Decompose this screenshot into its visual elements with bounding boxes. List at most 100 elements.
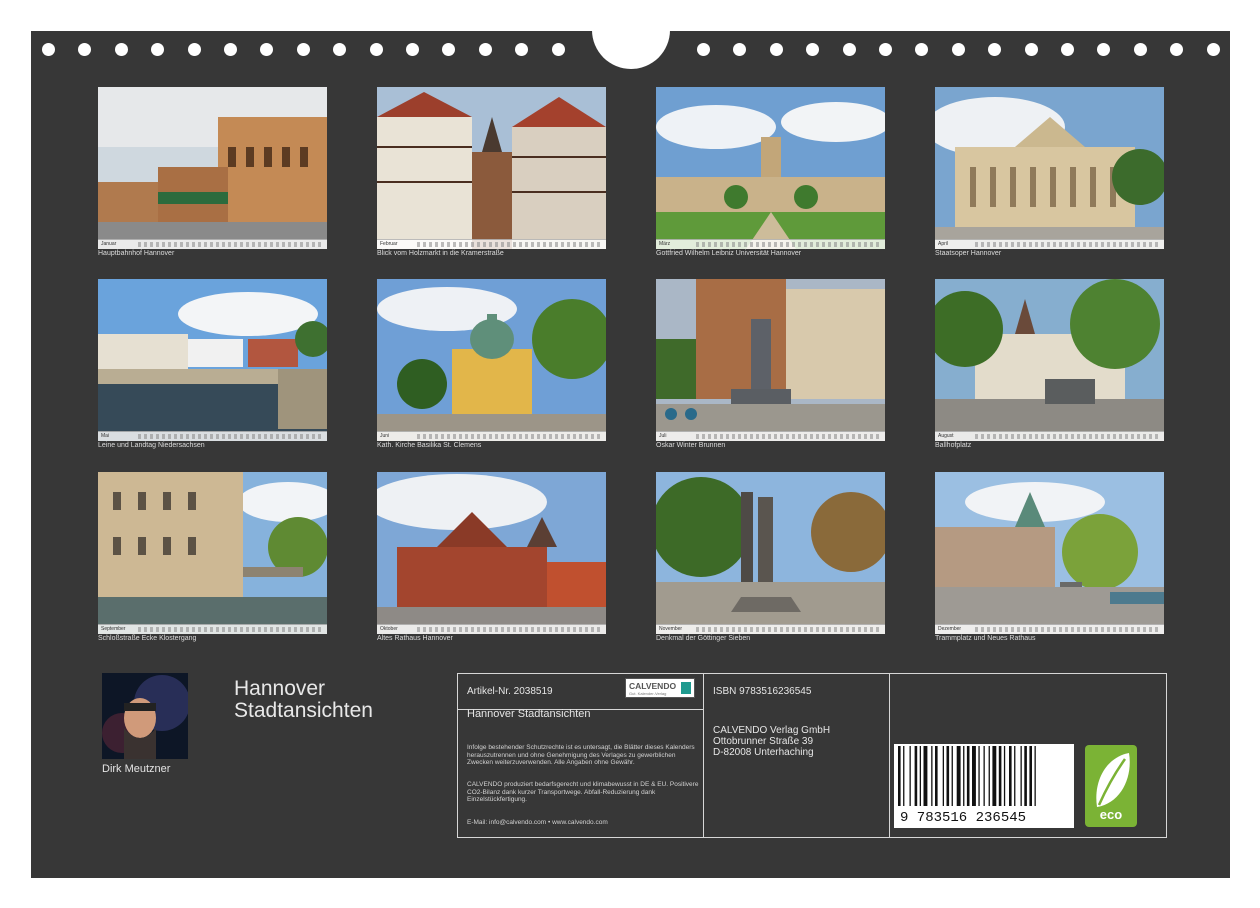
month-name: Oktober: [380, 626, 398, 632]
month-name: Juli: [659, 433, 667, 439]
day-grid: [138, 627, 323, 632]
product-title: Hannover Stadtansichten: [467, 708, 591, 720]
calendar-strip: Februar: [377, 239, 606, 249]
barcode-bar: [992, 746, 997, 806]
barcode-bar: [1029, 746, 1032, 806]
eco-label: eco: [1099, 807, 1123, 822]
photo-basilika: Juni: [377, 279, 606, 441]
month-name: Dezember: [938, 626, 962, 632]
photo-neues-rathaus: Dezember: [935, 472, 1164, 634]
eco-badge: eco: [1085, 745, 1137, 827]
photo-caption: Hauptbahnhof Hannover: [98, 250, 175, 257]
binding-hole: [842, 43, 856, 56]
binding-hole: [1024, 43, 1038, 56]
binding-hole: [1133, 43, 1147, 56]
barcode-bar: [914, 746, 918, 806]
photo-ballhofplatz: August: [935, 279, 1164, 441]
barcode-bar: [951, 746, 953, 806]
barcode-bar: [983, 746, 985, 806]
binding-hole: [769, 43, 783, 56]
contact-line: E-Mail: info@calvendo.com • www.calvendo…: [467, 819, 608, 826]
day-grid: [417, 627, 602, 632]
barcode-bar: [1014, 746, 1016, 806]
photo-caption: Gottfried Wilhelm Leibniz Universität Ha…: [656, 250, 802, 257]
calendar-strip: Juli: [656, 431, 885, 441]
isbn: ISBN 9783516236545: [713, 686, 812, 697]
calendar-strip: September: [98, 624, 327, 634]
calendar-strip: Dezember: [935, 624, 1164, 634]
calendar-back-cover: Januar Hauptbahnhof Hannover Februar Bli…: [31, 23, 1230, 878]
day-grid: [975, 242, 1160, 247]
day-grid: [975, 627, 1160, 632]
binding-hole: [697, 43, 710, 56]
barcode-bar: [903, 746, 905, 806]
day-grid: [696, 627, 881, 632]
barcode-bar: [972, 746, 976, 806]
author-name: Dirk Meutzner: [102, 763, 171, 775]
calendar-strip: März: [656, 239, 885, 249]
photo-oskar-winter-brunnen: Juli: [656, 279, 885, 441]
barcode-bar: [966, 746, 970, 806]
month-name: April: [938, 241, 949, 247]
binding-hole: [806, 43, 820, 56]
barcode-bar: [909, 746, 911, 806]
legal-notice: Infolge bestehender Schutzrechte ist es …: [467, 744, 695, 766]
barcode-bar: [963, 746, 965, 806]
barcode-bar: [988, 746, 990, 806]
binding-hole: [515, 43, 529, 56]
calendar-strip: Januar: [98, 239, 327, 249]
photo-caption: Staatsoper Hannover: [935, 250, 1002, 257]
binding-hole: [296, 43, 310, 56]
binding-hole: [187, 43, 201, 56]
month-name: März: [659, 241, 671, 247]
barcode-bar: [919, 746, 921, 806]
photo-caption: Denkmal der Göttinger Sieben: [656, 635, 751, 642]
binding-hole: [333, 43, 347, 56]
barcode-bar: [942, 746, 944, 806]
photo-caption: Trammplatz und Neues Rathaus: [935, 635, 1036, 642]
calvendo-logo: CALVENDO Gut. Kalender-Verlag: [625, 678, 695, 698]
logo-subtitle: Gut. Kalender-Verlag: [629, 691, 667, 696]
barcode-bar: [1009, 746, 1012, 806]
month-name: Januar: [101, 241, 117, 247]
binding-hole: [951, 43, 965, 56]
binding-hole: [151, 43, 165, 56]
barcode-bar: [956, 746, 961, 806]
title-line-2: Stadtansichten: [234, 699, 373, 722]
calendar-title: Hannover Stadtansichten: [234, 678, 373, 722]
binding-hole: [114, 43, 128, 56]
day-grid: [696, 434, 881, 439]
photo-caption: Kath. Kirche Basilika St. Clemens: [377, 442, 482, 449]
month-name: August: [938, 433, 954, 439]
publisher-city: D-82008 Unterhaching: [713, 747, 814, 758]
photo-caption: Leine und Landtag Niedersachsen: [98, 442, 205, 449]
calendar-strip: November: [656, 624, 885, 634]
binding-hole: [1061, 43, 1074, 56]
barcode-bar: [1003, 746, 1006, 806]
binding-hole: [879, 43, 892, 56]
photo-caption: Altes Rathaus Hannover: [377, 635, 453, 642]
calendar-strip: Oktober: [377, 624, 606, 634]
binding-hole: [478, 43, 492, 56]
binding-hole: [78, 43, 92, 56]
climate-notice: CALVENDO produziert bedarfsgerecht und k…: [467, 781, 699, 803]
barcode-bar: [923, 746, 928, 806]
day-grid: [138, 434, 323, 439]
binding-hole: [551, 43, 565, 56]
photo-hauptbahnhof: Januar: [98, 87, 327, 249]
article-number: Artikel-Nr. 2038519: [467, 686, 553, 697]
logo-wordmark: CALVENDO: [629, 681, 677, 691]
day-grid: [138, 242, 323, 247]
binding-hole: [442, 43, 456, 56]
month-name: September: [101, 626, 126, 632]
photo-schlossstrasse: September: [98, 472, 327, 634]
binding-hole: [369, 43, 383, 56]
barcode-digits: 9 783516 236545: [900, 810, 1027, 826]
day-grid: [696, 242, 881, 247]
photo-caption: Schloßstraße Ecke Klostergang: [98, 635, 197, 642]
photo-altes-rathaus: Oktober: [377, 472, 606, 634]
binding-hole: [1206, 43, 1220, 56]
binding-hole: [988, 43, 1002, 56]
photo-caption: Blick vom Holzmarkt in die Kramerstraße: [377, 250, 504, 257]
binding-hole: [1097, 43, 1111, 56]
